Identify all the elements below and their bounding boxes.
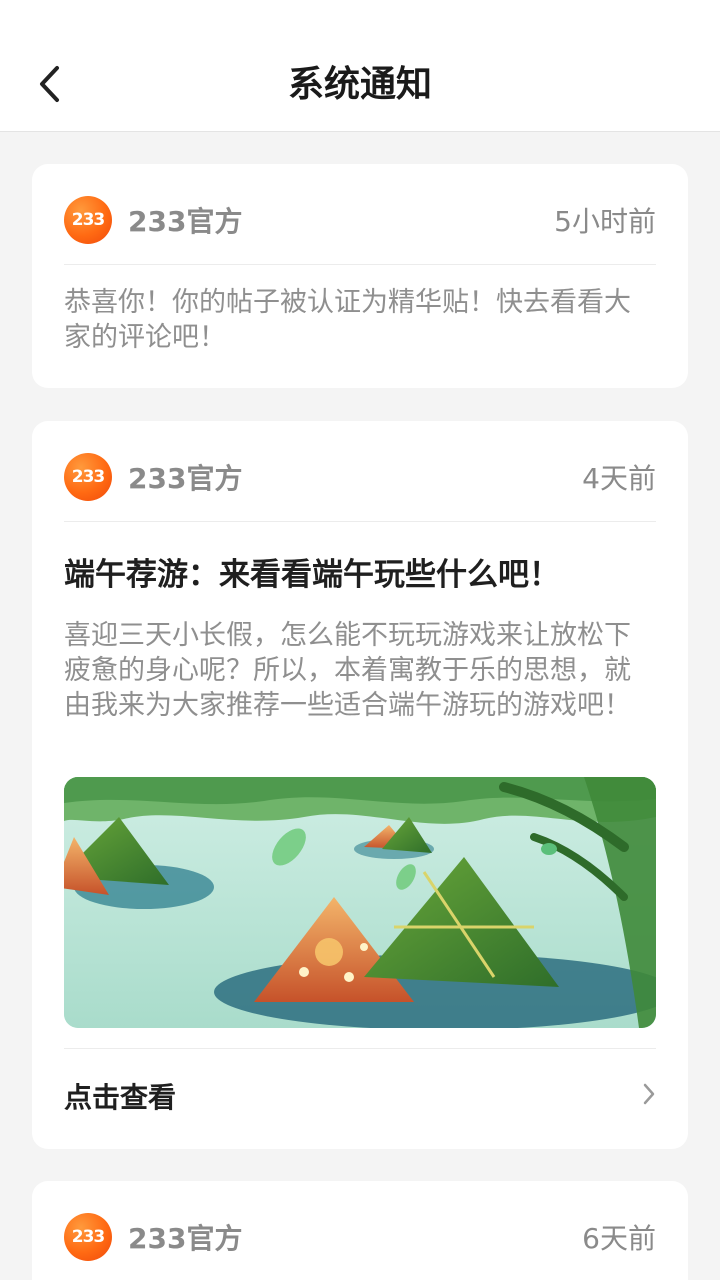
page-title: 系统通知 xyxy=(287,64,432,105)
notification-body: 喜迎三天小长假，怎么能不玩玩游戏来让放松下疲惫的身心呢？所以，本着寓教于乐的思想… xyxy=(64,620,631,721)
view-details-label: 点击查看 xyxy=(64,1081,177,1114)
view-details-row[interactable]: 点击查看 xyxy=(64,1066,656,1126)
brand-logo: 233 xyxy=(64,196,112,244)
notification-card[interactable]: 233 233官方 4天前 端午荐游：来看看端午玩些什么吧！ 喜迎三天小长假，怎… xyxy=(32,421,688,1149)
chevron-right-icon xyxy=(642,1082,656,1110)
post-title: 端午荐游：来看看端午玩些什么吧！ xyxy=(64,557,560,593)
top-bar: 系统通知 xyxy=(0,0,720,132)
zongzi-illustration xyxy=(64,777,656,1028)
sender-name: 233官方 xyxy=(128,205,243,238)
divider xyxy=(64,521,656,522)
divider xyxy=(64,1048,656,1049)
banner-image[interactable] xyxy=(64,777,656,1028)
divider xyxy=(64,264,656,265)
sender-name: 233官方 xyxy=(128,462,243,495)
card-header: 233 233官方 4天前 xyxy=(64,451,656,503)
timestamp: 5小时前 xyxy=(554,205,656,238)
timestamp: 4天前 xyxy=(582,462,656,495)
notification-body: 恭喜你！你的帖子被认证为精华贴！快去看看大家的评论吧！ xyxy=(64,287,631,353)
card-header: 233 233官方 6天前 xyxy=(64,1211,656,1263)
notification-card[interactable]: 233 233官方 6天前 xyxy=(32,1181,688,1280)
brand-logo: 233 xyxy=(64,453,112,501)
card-header: 233 233官方 5小时前 xyxy=(64,194,656,246)
timestamp: 6天前 xyxy=(582,1222,656,1255)
brand-logo: 233 xyxy=(64,1213,112,1261)
notification-card[interactable]: 233 233官方 5小时前 恭喜你！你的帖子被认证为精华贴！快去看看大家的评论… xyxy=(32,164,688,388)
sender-name: 233官方 xyxy=(128,1222,243,1255)
